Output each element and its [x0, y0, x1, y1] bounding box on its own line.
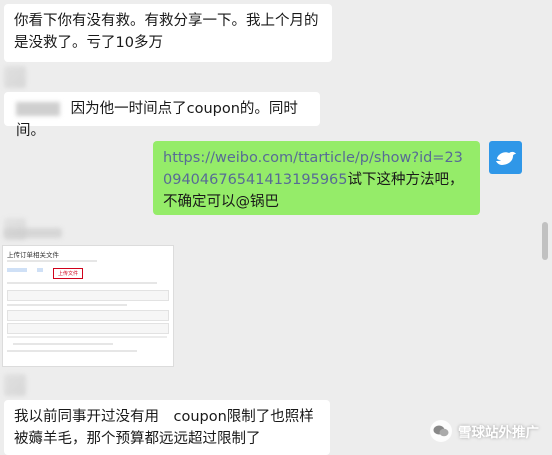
bird-icon — [495, 151, 516, 165]
message-bubble-3[interactable]: https://weibo.com/ttarticle/p/show?id=23… — [153, 141, 480, 215]
watermark-text: 雪球站外推广 — [458, 425, 539, 441]
message-text-5: 我以前同事开过没有用 coupon限制了也照样被薅羊毛，那个预算都远远超过限制了 — [14, 409, 314, 447]
sender-avatar-2[interactable] — [4, 66, 26, 88]
sender-avatar-4[interactable] — [4, 218, 26, 240]
blurred-mention — [16, 102, 60, 116]
message-bubble-5[interactable]: 我以前同事开过没有用 coupon限制了也照样被薅羊毛，那个预算都远远超过限制了 — [4, 400, 330, 455]
thumbnail-tabs: 上传文件 — [7, 268, 84, 279]
screenshot-image[interactable]: 上传订单相关文件 上传文件 — [2, 245, 174, 367]
message-bubble-1[interactable]: 你看下你有没有救。有救分享一下。我上个月的是没救了。亏了10多万 — [4, 4, 332, 62]
wechat-icon — [433, 425, 449, 437]
message-bubble-2[interactable]: 因为他一时间点了coupon的。同时间。 — [4, 92, 320, 139]
sender-avatar-5[interactable] — [4, 374, 26, 396]
scrollbar-thumb[interactable] — [542, 222, 548, 260]
watermark: 雪球站外推广 — [430, 420, 539, 442]
message-text-1: 你看下你有没有救。有救分享一下。我上个月的是没救了。亏了10多万 — [14, 13, 319, 51]
watermark-logo — [430, 420, 452, 442]
thumbnail-title: 上传订单相关文件 — [7, 251, 59, 259]
thumbnail-tab-active: 上传文件 — [53, 268, 84, 279]
own-avatar[interactable] — [489, 141, 522, 174]
